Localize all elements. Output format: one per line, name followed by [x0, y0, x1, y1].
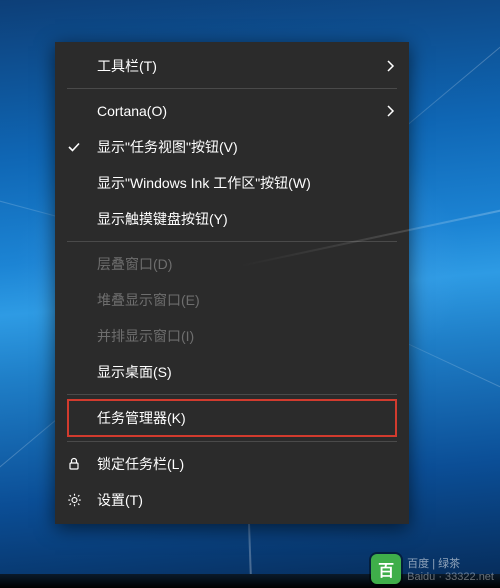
menu-label: 显示桌面(S) [97, 364, 172, 380]
gear-icon [67, 493, 82, 508]
menu-item-cortana[interactable]: Cortana(O) [55, 93, 409, 129]
menu-item-settings[interactable]: 设置(T) [55, 482, 409, 518]
separator [67, 441, 397, 442]
separator [67, 241, 397, 242]
desktop-background: 工具栏(T) Cortana(O) 显示"任务视图"按钮(V) 显示"Windo… [0, 0, 500, 588]
menu-item-sidebyside: 并排显示窗口(I) [55, 318, 409, 354]
menu-label: 显示"Windows Ink 工作区"按钮(W) [97, 175, 311, 191]
check-icon [67, 140, 81, 154]
taskbar-context-menu: 工具栏(T) Cortana(O) 显示"任务视图"按钮(V) 显示"Windo… [55, 42, 409, 524]
menu-item-show-ink[interactable]: 显示"Windows Ink 工作区"按钮(W) [55, 165, 409, 201]
menu-label: 堆叠显示窗口(E) [97, 292, 200, 308]
separator [67, 394, 397, 395]
menu-item-toolbars[interactable]: 工具栏(T) [55, 48, 409, 84]
menu-item-stacked: 堆叠显示窗口(E) [55, 282, 409, 318]
menu-label: 设置(T) [97, 492, 143, 508]
menu-item-cascade: 层叠窗口(D) [55, 246, 409, 282]
menu-item-task-manager[interactable]: 任务管理器(K) [67, 399, 397, 437]
menu-label: Cortana(O) [97, 103, 167, 119]
menu-label: 层叠窗口(D) [97, 256, 172, 272]
chevron-right-icon [387, 60, 395, 72]
menu-item-show-taskview[interactable]: 显示"任务视图"按钮(V) [55, 129, 409, 165]
menu-label: 显示触摸键盘按钮(Y) [97, 211, 228, 227]
menu-item-show-touchkbd[interactable]: 显示触摸键盘按钮(Y) [55, 201, 409, 237]
menu-item-lock-taskbar[interactable]: 锁定任务栏(L) [55, 446, 409, 482]
menu-label: 显示"任务视图"按钮(V) [97, 139, 238, 155]
menu-item-show-desktop[interactable]: 显示桌面(S) [55, 354, 409, 390]
menu-label: 锁定任务栏(L) [97, 456, 184, 472]
menu-label: 并排显示窗口(I) [97, 328, 194, 344]
taskbar[interactable] [0, 574, 500, 588]
menu-label: 任务管理器(K) [97, 410, 186, 426]
chevron-right-icon [387, 105, 395, 117]
watermark-line1: 百度 | 绿茶 [407, 555, 494, 571]
menu-label: 工具栏(T) [97, 58, 157, 74]
separator [67, 88, 397, 89]
lock-icon [67, 457, 81, 471]
